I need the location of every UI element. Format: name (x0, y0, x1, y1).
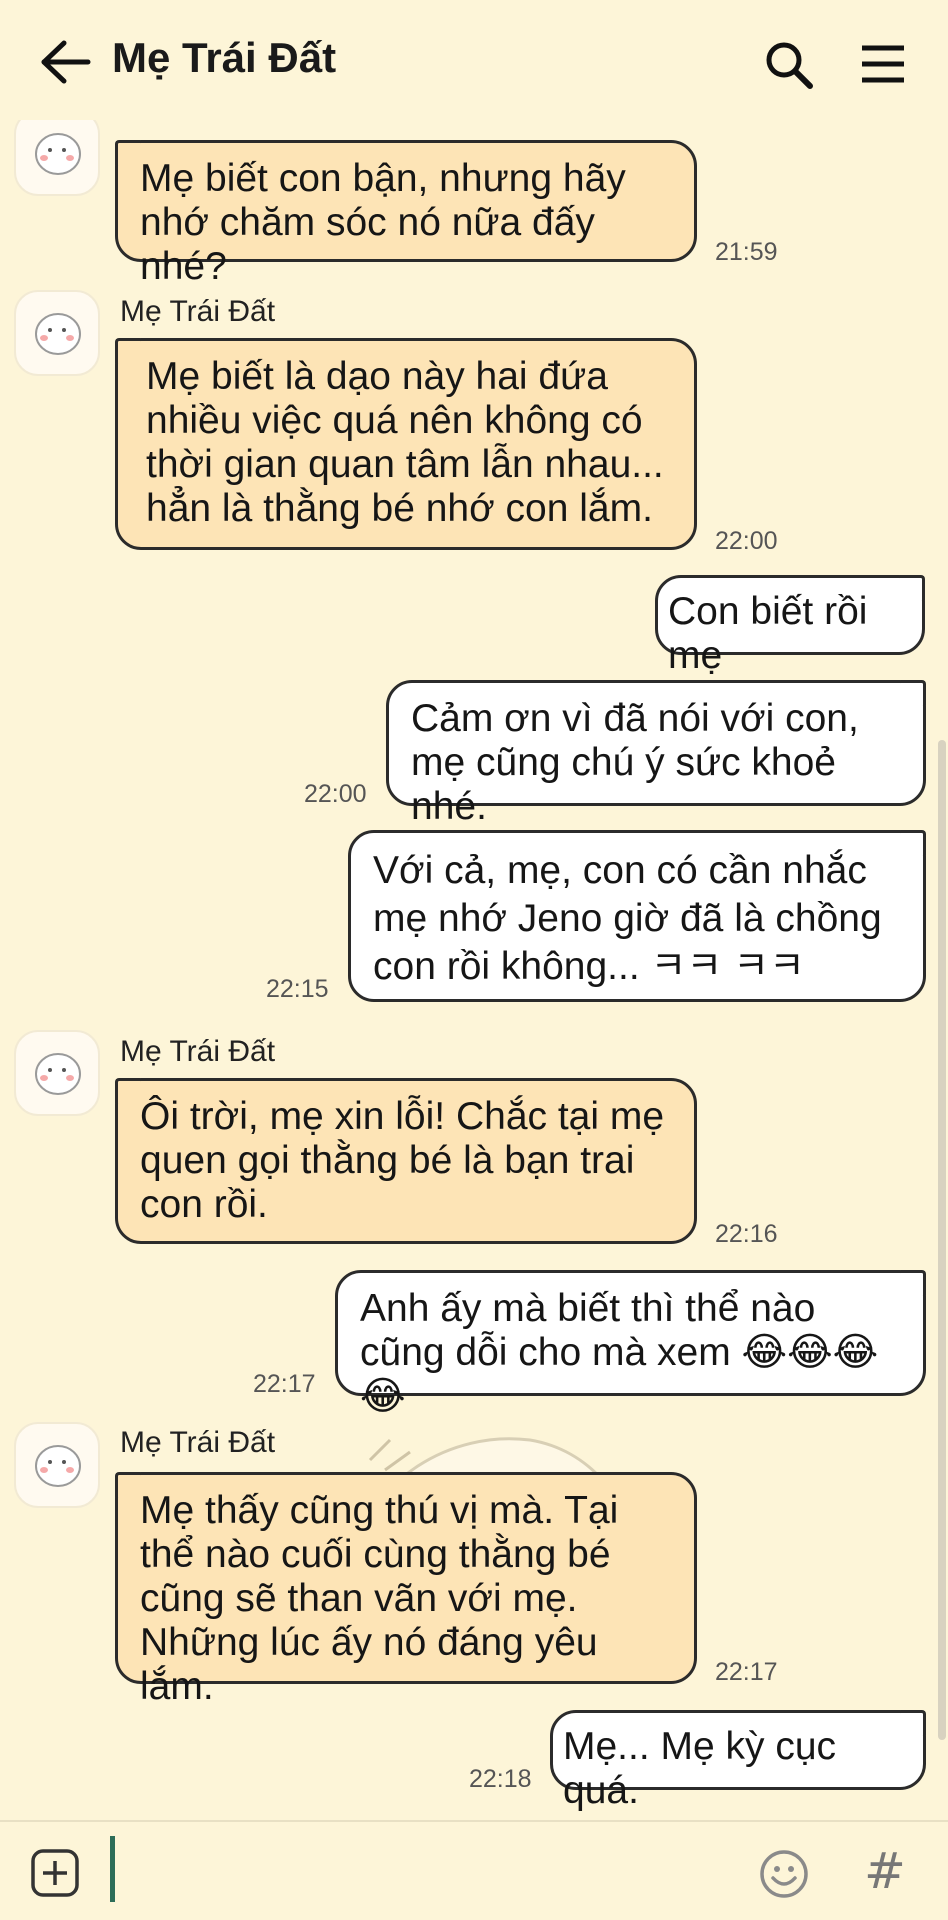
message-input-bar: # (0, 1820, 948, 1920)
message-time: 22:00 (715, 527, 778, 555)
message-text: Ôi trời, mẹ xin lỗi! Chắc tại mẹ quen gọ… (140, 1095, 665, 1226)
back-arrow-icon[interactable] (40, 40, 92, 84)
sender-name: Mẹ Trái Đất (120, 1426, 276, 1459)
message-bubble-outgoing[interactable]: Cảm ơn vì đã nói với con, mẹ cũng chú ý … (386, 680, 926, 828)
message-time: 22:18 (469, 1765, 532, 1793)
message-text: Con biết rồi mẹ (668, 590, 868, 677)
avatar[interactable] (14, 110, 100, 196)
chat-messages[interactable]: Mẹ biết con bận, nhưng hãy nhớ chăm sóc … (0, 110, 948, 1820)
cat-sticker-icon (35, 1053, 81, 1095)
message-bubble-outgoing[interactable]: Con biết rồi mẹ (655, 575, 925, 677)
message-text: Với cả, mẹ, con có cần nhắc mẹ nhớ Jeno … (373, 849, 882, 988)
avatar[interactable] (14, 1422, 100, 1508)
message-bubble-incoming[interactable]: Mẹ thấy cũng thú vị mà. Tại thể nào cuối… (115, 1472, 697, 1708)
message-time: 22:17 (715, 1658, 778, 1686)
message-time: 21:59 (715, 238, 778, 266)
sender-name: Mẹ Trái Đất (120, 1035, 276, 1068)
message-bubble-incoming[interactable]: Ôi trời, mẹ xin lỗi! Chắc tại mẹ quen gọ… (115, 1078, 697, 1244)
chat-title: Mẹ Trái Đất (112, 34, 337, 81)
message-text: Mẹ biết con bận, nhưng hãy nhớ chăm sóc … (140, 157, 626, 288)
sender-name: Mẹ Trái Đất (120, 295, 276, 328)
message-bubble-outgoing[interactable]: Với cả, mẹ, con có cần nhắc mẹ nhớ Jeno … (348, 830, 926, 1002)
menu-icon[interactable] (860, 44, 906, 84)
message-input-field[interactable] (110, 1836, 115, 1902)
message-text: Mẹ biết là dạo này hai đứa nhiều việc qu… (146, 355, 664, 530)
hash-icon[interactable]: # (864, 1842, 906, 1900)
message-bubble-incoming[interactable]: Mẹ biết con bận, nhưng hãy nhớ chăm sóc … (115, 140, 697, 288)
message-text: Anh ấy mà biết thì thể nào cũng dỗi cho … (360, 1287, 879, 1418)
avatar[interactable] (14, 1030, 100, 1116)
add-icon[interactable] (30, 1848, 80, 1898)
message-text: Mẹ thấy cũng thú vị mà. Tại thể nào cuối… (140, 1489, 619, 1708)
message-text: Mẹ... Mẹ kỳ cục quá. (563, 1725, 837, 1812)
chat-header: Mẹ Trái Đất (0, 0, 948, 120)
message-text: Cảm ơn vì đã nói với con, mẹ cũng chú ý … (411, 697, 859, 828)
message-time: 22:16 (715, 1220, 778, 1248)
avatar[interactable] (14, 290, 100, 376)
message-bubble-outgoing[interactable]: Mẹ... Mẹ kỳ cục quá. (550, 1710, 926, 1812)
message-bubble-incoming[interactable]: Mẹ biết là dạo này hai đứa nhiều việc qu… (115, 338, 697, 550)
emoji-icon[interactable] (758, 1848, 810, 1900)
search-icon[interactable] (764, 40, 814, 90)
cat-sticker-icon (35, 313, 81, 355)
cat-sticker-icon (35, 133, 81, 175)
scrollbar[interactable] (938, 740, 946, 1740)
message-time: 22:15 (266, 975, 329, 1003)
message-time: 22:17 (253, 1370, 316, 1398)
message-bubble-outgoing[interactable]: Anh ấy mà biết thì thể nào cũng dỗi cho … (335, 1270, 926, 1418)
cat-sticker-icon (35, 1445, 81, 1487)
message-time: 22:00 (304, 780, 367, 808)
